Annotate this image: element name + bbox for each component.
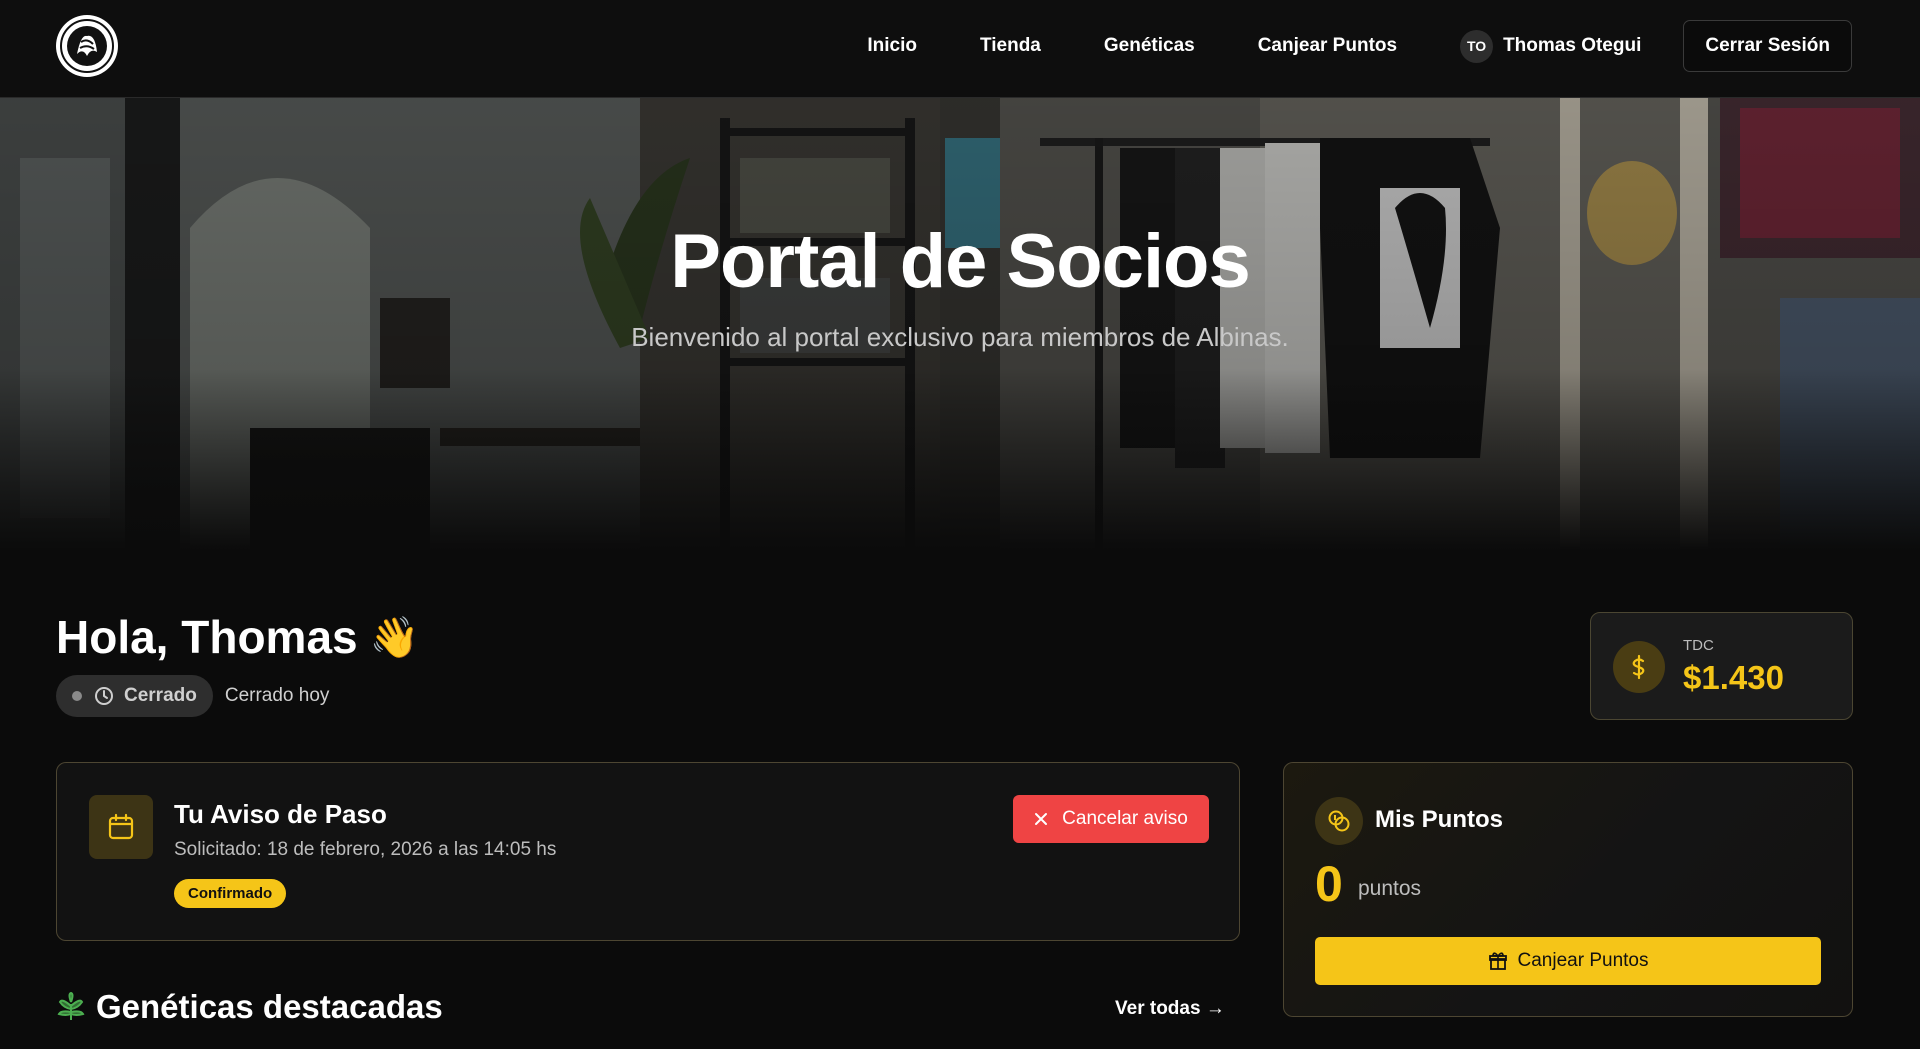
user-name: Thomas Otegui bbox=[1503, 35, 1642, 56]
status-badge-confirmado: Confirmado bbox=[174, 879, 287, 908]
aviso-title: Tu Aviso de Paso bbox=[174, 799, 387, 829]
tdc-value: $1.430 bbox=[1683, 659, 1784, 696]
mis-puntos-card: Mis Puntos 0 puntos Canjear Puntos bbox=[1283, 762, 1853, 1017]
geneticas-heading: Genéticas destacadas bbox=[56, 988, 443, 1026]
navbar: Inicio Tienda Genéticas Canjear Puntos T… bbox=[0, 0, 1920, 98]
hero-subtitle: Bienvenido al portal exclusivo para miem… bbox=[631, 322, 1289, 352]
tdc-balance-card: TDC $1.430 bbox=[1590, 612, 1853, 720]
greeting-text: Hola, Thomas bbox=[56, 611, 358, 663]
aviso-requested-date: Solicitado: 18 de febrero, 2026 a las 14… bbox=[174, 839, 557, 860]
leaf-icon bbox=[56, 992, 86, 1022]
tdc-label: TDC bbox=[1683, 637, 1714, 654]
canjear-puntos-label: Canjear Puntos bbox=[1517, 950, 1649, 971]
status-badge: Cerrado bbox=[56, 675, 213, 717]
user-menu[interactable]: TO Thomas Otegui bbox=[1460, 29, 1642, 63]
hero-title: Portal de Socios bbox=[670, 219, 1251, 304]
cancel-aviso-label: Cancelar aviso bbox=[1062, 808, 1188, 829]
puntos-title: Mis Puntos bbox=[1375, 806, 1504, 833]
clock-icon bbox=[94, 686, 114, 706]
gift-icon bbox=[1488, 951, 1508, 971]
hero-banner: Portal de Socios Bienvenido al portal ex… bbox=[0, 98, 1920, 550]
store-status: Cerrado Cerrado hoy bbox=[56, 675, 329, 717]
nav-link-inicio[interactable]: Inicio bbox=[867, 35, 917, 57]
calendar-icon bbox=[89, 795, 153, 859]
nav-link-canjear-puntos[interactable]: Canjear Puntos bbox=[1258, 35, 1397, 57]
logout-button[interactable]: Cerrar Sesión bbox=[1683, 20, 1852, 72]
puntos-value: 0 bbox=[1315, 856, 1343, 912]
coins-icon bbox=[1315, 797, 1363, 845]
cancel-aviso-button[interactable]: Cancelar aviso bbox=[1013, 795, 1209, 843]
status-note: Cerrado hoy bbox=[224, 685, 330, 706]
wave-emoji: 👋 bbox=[369, 615, 420, 660]
geneticas-title: Genéticas destacadas bbox=[96, 988, 443, 1025]
puntos-unit: puntos bbox=[1358, 877, 1422, 900]
status-label: Cerrado bbox=[124, 685, 197, 706]
nav-link-geneticas[interactable]: Genéticas bbox=[1104, 35, 1195, 57]
avatar: TO bbox=[1460, 29, 1494, 63]
aviso-de-paso-card: Tu Aviso de Paso Solicitado: 18 de febre… bbox=[56, 762, 1240, 941]
greeting-heading: Hola, Thomas 👋 bbox=[56, 610, 419, 664]
canjear-puntos-button[interactable]: Canjear Puntos bbox=[1315, 937, 1821, 985]
ver-todas-link[interactable]: Ver todas → bbox=[1115, 998, 1225, 1020]
dollar-icon bbox=[1613, 641, 1665, 693]
status-dot bbox=[72, 691, 82, 701]
nav-link-tienda[interactable]: Tienda bbox=[980, 35, 1041, 57]
albinas-logo[interactable] bbox=[56, 15, 118, 77]
nav-links: Inicio Tienda Genéticas Canjear Puntos T… bbox=[867, 20, 1852, 72]
close-icon bbox=[1034, 812, 1048, 826]
